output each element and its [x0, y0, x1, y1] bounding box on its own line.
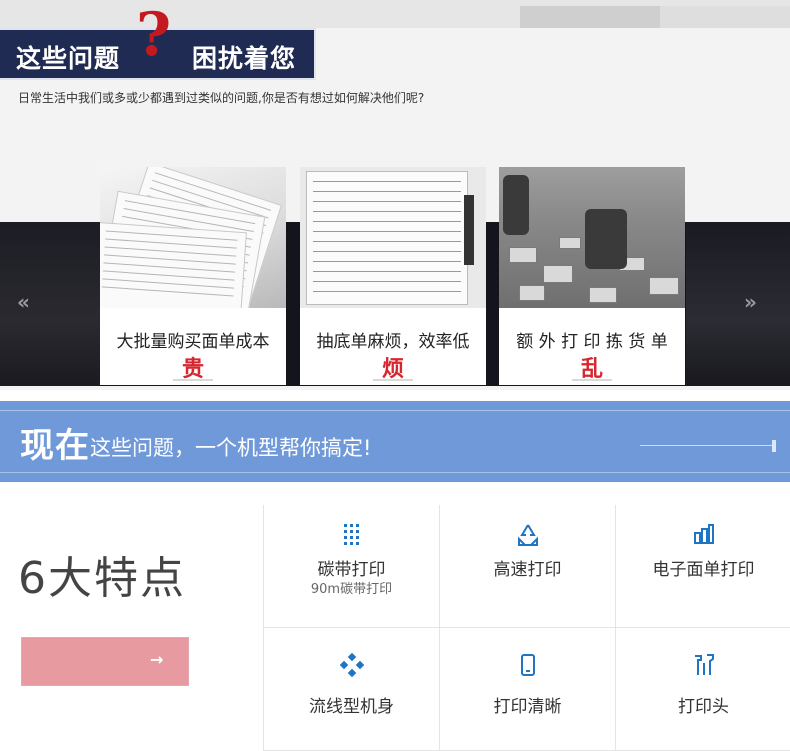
- problems-section: 这些问题 困扰着您 ? 日常生活中我们或多或少都遇到过类似的问题,你是否有想过如…: [0, 0, 790, 390]
- feature-sublabel: 90m碳带打印: [310, 582, 393, 597]
- recycle-icon: [440, 523, 615, 553]
- paper-forms-image: [100, 167, 286, 308]
- phone-icon: [440, 653, 615, 683]
- feature-clear-print[interactable]: 打印清晰: [439, 628, 615, 751]
- feature-ribbon-printing[interactable]: 碳带打印 90m碳带打印: [263, 505, 439, 628]
- banner-text: 这些问题，一个机型帮你搞定!: [90, 436, 372, 460]
- tools-icon: [616, 653, 790, 683]
- problem-card-cost[interactable]: 大批量购买面单成本 贵: [100, 167, 286, 385]
- problem-caption: 大批量购买面单成本: [116, 332, 270, 352]
- problem-caption: 抽底单麻烦，效率低: [316, 332, 470, 352]
- features-section: 6大特点 → 碳带打印 90m碳带打印 高速打印 电子面单打印 流线型机身 打印…: [0, 482, 790, 751]
- arrow-right-icon: →: [150, 650, 164, 669]
- title-left: 这些问题: [16, 44, 121, 73]
- feature-label: 打印头: [678, 697, 729, 717]
- feature-label: 高速打印: [493, 560, 562, 580]
- features-grid: 碳带打印 90m碳带打印 高速打印 电子面单打印 流线型机身 打印清晰 打印头: [263, 505, 790, 751]
- feature-label: 打印清晰: [493, 697, 562, 717]
- title-right: 困扰着您: [192, 44, 297, 73]
- feature-e-waybill[interactable]: 电子面单打印: [615, 505, 790, 628]
- divider: [572, 379, 612, 381]
- warehouse-parcels-image: [499, 167, 685, 308]
- feature-label: 电子面单打印: [652, 560, 755, 580]
- divider: [373, 379, 413, 381]
- bar-chart-icon: [616, 523, 790, 551]
- carousel-prev-button[interactable]: «: [17, 290, 30, 314]
- feature-streamlined-body[interactable]: 流线型机身: [263, 628, 439, 751]
- ribbon-icon: [264, 523, 439, 553]
- feature-label: 流线型机身: [309, 697, 394, 717]
- more-button[interactable]: →: [21, 637, 189, 686]
- carousel-next-button[interactable]: »: [744, 290, 757, 314]
- diamond-dots-icon: [264, 652, 439, 683]
- top-strip: [0, 0, 790, 28]
- banner-rule: [640, 445, 772, 446]
- left-backdrop: [0, 222, 100, 386]
- feature-label: 碳带打印: [317, 560, 386, 580]
- feature-print-head[interactable]: 打印头: [615, 628, 790, 751]
- right-backdrop: [686, 222, 790, 386]
- problem-card-mess[interactable]: 额 外 打 印 拣 货 单 乱: [499, 167, 685, 385]
- feature-high-speed[interactable]: 高速打印: [439, 505, 615, 628]
- banner-lead: 现在: [20, 426, 90, 466]
- problem-caption: 额 外 打 印 拣 货 单: [516, 332, 668, 352]
- page: 这些问题 困扰着您 ? 日常生活中我们或多或少都遇到过类似的问题,你是否有想过如…: [0, 0, 790, 751]
- shipping-label-image: [300, 167, 486, 308]
- question-mark-icon: ?: [136, 0, 172, 70]
- divider: [173, 379, 213, 381]
- problem-card-trouble[interactable]: 抽底单麻烦，效率低 烦: [300, 167, 486, 385]
- banner-tick: [772, 440, 776, 452]
- features-title: 6大特点: [18, 553, 186, 604]
- intro-text: 日常生活中我们或多或少都遇到过类似的问题,你是否有想过如何解决他们呢?: [18, 91, 425, 105]
- solution-banner: 现在 这些问题，一个机型帮你搞定!: [0, 401, 790, 482]
